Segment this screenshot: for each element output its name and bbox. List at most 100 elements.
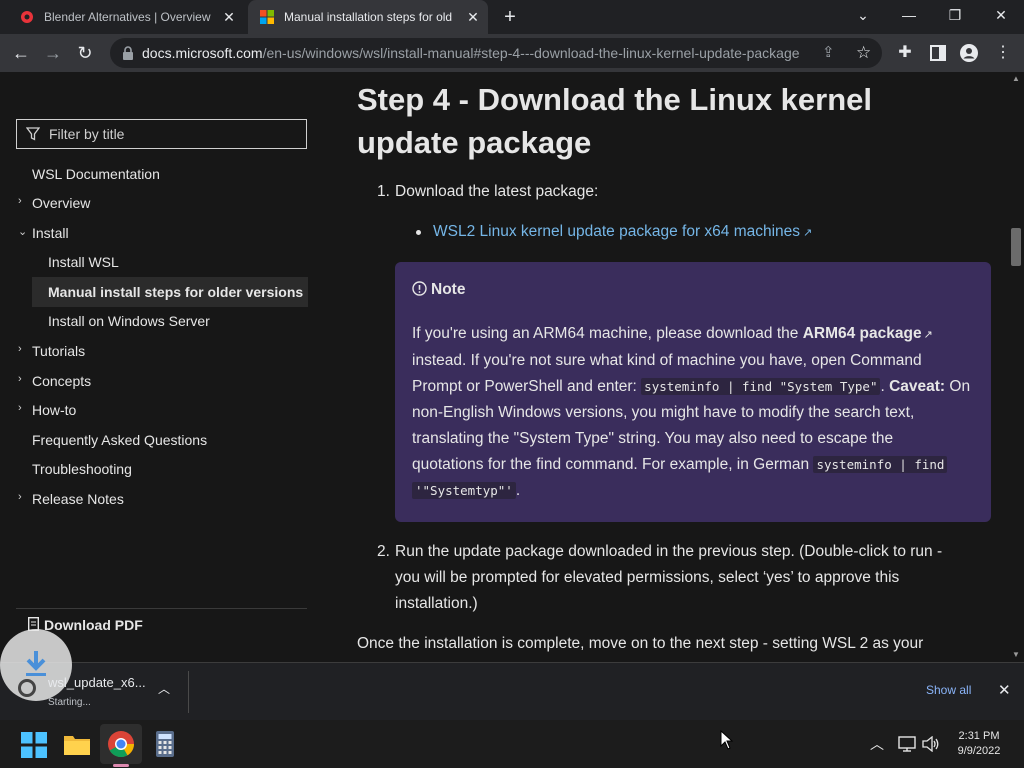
download-pdf-link[interactable]: Download PDF — [16, 608, 307, 633]
tab-search-icon[interactable]: ⌄ — [840, 0, 886, 30]
lock-icon[interactable] — [122, 46, 134, 60]
toc-item-wsl-documentation[interactable]: WSL Documentation — [32, 166, 160, 184]
toc-label: Install WSL — [48, 254, 119, 270]
download-shelf: wsl_update_x6... Starting... ︿ Show all … — [0, 629, 1024, 721]
filter-funnel-icon — [26, 127, 40, 141]
toc-item-tutorials[interactable]: › Tutorials — [18, 343, 85, 361]
toc-item-install[interactable]: ⌄ Install — [18, 225, 69, 243]
toc-item-concepts[interactable]: › Concepts — [18, 373, 91, 391]
show-all-downloads-button[interactable]: Show all — [926, 683, 971, 697]
extensions-puzzle-icon[interactable]: ✚ — [890, 38, 920, 68]
forward-arrow-icon[interactable]: → — [38, 38, 68, 68]
tab-title: Manual installation steps for olde — [284, 10, 452, 24]
wsl2-kernel-package-link[interactable]: WSL2 Linux kernel update package for x64… — [433, 219, 812, 246]
note-text: . — [880, 378, 890, 395]
share-icon[interactable]: ⇪ — [822, 38, 835, 68]
toc-item-release-notes[interactable]: › Release Notes — [18, 491, 124, 509]
windows-taskbar: ︿ 2:31 PM 9/9/2022 — [0, 720, 1024, 768]
download-filename[interactable]: wsl_update_x6... — [48, 675, 146, 690]
tab-title: Blender Alternatives | Overview A — [44, 10, 212, 24]
system-clock[interactable]: 2:31 PM 9/9/2022 — [950, 729, 1008, 759]
show-hidden-icons-chevron-icon[interactable]: ︿ — [870, 734, 884, 754]
toc-item-overview[interactable]: › Overview — [18, 195, 91, 213]
note-line: If you're using an ARM64 machine, please… — [412, 321, 987, 348]
alternativeto-favicon-icon — [21, 11, 33, 23]
new-tab-button[interactable]: + — [498, 4, 522, 30]
toc-label: WSL Documentation — [32, 166, 160, 182]
filter-input[interactable]: Filter by title — [16, 119, 307, 149]
note-header: Note — [412, 281, 465, 299]
scroll-down-arrow-icon[interactable]: ▼ — [1012, 650, 1020, 659]
tab-manual-installation[interactable]: Manual installation steps for olde ✕ — [248, 0, 488, 34]
file-explorer-icon[interactable] — [61, 728, 93, 760]
close-download-shelf-icon[interactable]: ✕ — [998, 681, 1011, 699]
toc-item-how-to[interactable]: › How-to — [18, 402, 77, 420]
step-2-text: Run the update package downloaded in the… — [395, 539, 995, 617]
toc-item-manual-install-selected[interactable]: Manual install steps for older versions — [32, 277, 308, 307]
url-path: /en-us/windows/wsl/install-manual#step-4… — [262, 45, 800, 61]
external-link-icon: ↗ — [803, 227, 813, 239]
minimize-button[interactable]: — — [886, 0, 932, 30]
toc-label: Release Notes — [32, 491, 124, 507]
window-close-button[interactable]: ✕ — [978, 0, 1024, 30]
step-1-number: 1. — [377, 183, 390, 200]
download-pdf-label: Download PDF — [44, 617, 143, 633]
link-text: WSL2 Linux kernel update package for x64… — [433, 223, 801, 240]
url-domain: docs.microsoft.com — [142, 45, 263, 61]
note-line: instead. If you're not sure what kind of… — [412, 352, 922, 369]
note-line: non-English Windows versions, you might … — [412, 404, 915, 421]
chevron-down-icon: ⌄ — [18, 226, 28, 238]
toc-item-faq[interactable]: Frequently Asked Questions — [32, 432, 207, 450]
windows-start-icon[interactable] — [18, 728, 50, 760]
tab-close-icon[interactable]: ✕ — [464, 8, 482, 26]
toc-item-install-wsl[interactable]: Install WSL — [48, 254, 119, 272]
reload-icon[interactable]: ↻ — [70, 38, 100, 68]
url-text: docs.microsoft.com/en-us/windows/wsl/ins… — [142, 38, 800, 68]
scrollbar-thumb[interactable] — [1011, 228, 1021, 266]
step-1-text: Download the latest package: — [395, 183, 599, 200]
tab-blender-alternatives[interactable]: Blender Alternatives | Overview A ✕ — [8, 0, 244, 34]
bookmark-star-icon[interactable]: ☆ — [856, 38, 871, 68]
side-panel-icon[interactable] — [930, 45, 946, 61]
code-systeminfo: systeminfo | find "System Type" — [641, 378, 881, 395]
tab-close-icon[interactable]: ✕ — [220, 8, 238, 26]
profile-avatar-icon[interactable] — [960, 44, 978, 62]
toc-label: Manual install steps for older versions — [48, 284, 304, 300]
arm64-package-link[interactable]: ARM64 package — [803, 325, 922, 342]
toc-item-install-windows-server[interactable]: Install on Windows Server — [48, 313, 210, 331]
restore-button[interactable]: ❐ — [932, 0, 978, 30]
toc-label: Troubleshooting — [32, 461, 132, 477]
code-german-find: systeminfo | find — [813, 456, 948, 473]
scroll-up-arrow-icon[interactable]: ▲ — [1012, 74, 1020, 83]
toc-label: Overview — [32, 195, 91, 211]
toc-label: Install on Windows Server — [48, 313, 210, 329]
toc-label: How-to — [32, 402, 77, 418]
download-status: Starting... — [48, 697, 91, 708]
page-scrollbar[interactable]: ▲ ▼ — [1008, 72, 1024, 662]
note-line: '"Systemtyp"'. — [412, 478, 987, 504]
chevron-right-icon: › — [18, 343, 22, 355]
chevron-right-icon: › — [18, 402, 22, 414]
note-text: . — [515, 482, 521, 499]
calculator-icon[interactable] — [149, 728, 181, 760]
toc-item-troubleshooting[interactable]: Troubleshooting — [32, 461, 132, 479]
note-callout: Note If you're using an ARM64 machine, p… — [395, 262, 991, 522]
chevron-right-icon: › — [18, 195, 22, 207]
note-line: Prompt or PowerShell and enter: systemin… — [412, 374, 987, 400]
external-link-icon: ↗ — [923, 329, 933, 341]
bullet-dot — [416, 230, 421, 235]
download-arrow-icon — [26, 651, 46, 676]
volume-speaker-icon[interactable] — [922, 736, 940, 752]
chrome-icon[interactable] — [105, 728, 137, 760]
address-bar[interactable]: docs.microsoft.com/en-us/windows/wsl/ins… — [110, 38, 882, 68]
filter-placeholder: Filter by title — [49, 126, 125, 142]
toc-label: Install — [32, 225, 69, 241]
browser-menu-icon[interactable]: ⋮ — [988, 38, 1018, 68]
browser-toolbar: ← → ↻ docs.microsoft.com/en-us/windows/w… — [0, 34, 1024, 72]
network-icon[interactable] — [898, 736, 916, 752]
step-2-line: you will be prompted for elevated permis… — [395, 569, 900, 586]
heading-line-2: update package — [357, 125, 592, 160]
download-options-chevron-icon[interactable]: ︿ — [158, 680, 170, 697]
back-arrow-icon[interactable]: ← — [6, 38, 36, 68]
clock-time: 2:31 PM — [958, 730, 1000, 742]
